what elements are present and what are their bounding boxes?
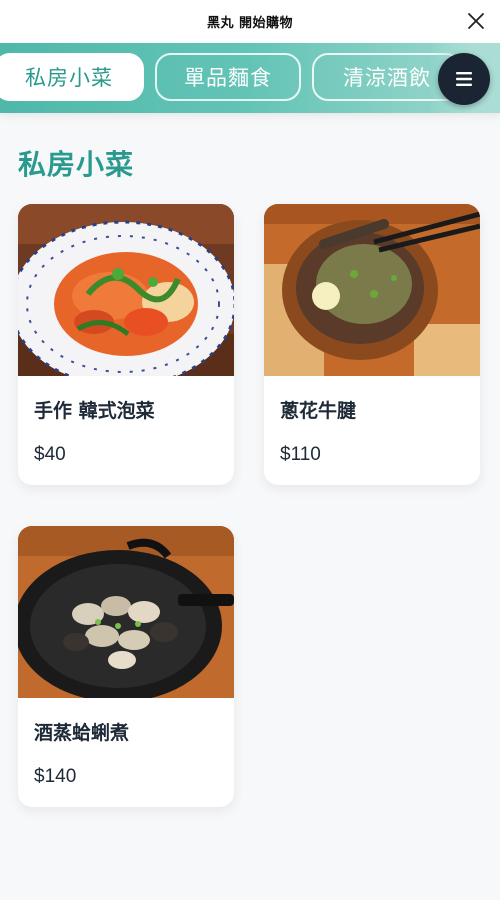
top-bar: 黑丸 開始購物	[0, 0, 500, 43]
product-name: 手作 韓式泡菜	[34, 400, 155, 422]
section-title: 私房小菜	[18, 148, 135, 181]
product-name: 酒蒸蛤蜊煮	[34, 722, 130, 744]
product-card[interactable]: 蔥花牛腱 $110	[264, 204, 480, 485]
tab-noodles[interactable]: 單品麵食	[155, 53, 301, 101]
product-price: $110	[280, 444, 321, 465]
hamburger-menu-icon	[456, 72, 472, 86]
close-button[interactable]	[466, 11, 486, 31]
menu-button[interactable]	[438, 53, 490, 105]
product-card[interactable]: 酒蒸蛤蜊煮 $140	[18, 526, 234, 807]
beef-shank-dish-image	[264, 204, 480, 376]
product-name: 蔥花牛腱	[280, 400, 357, 422]
close-icon	[468, 13, 484, 29]
tab-private-side-dishes[interactable]: 私房小菜	[0, 53, 144, 101]
category-tab-bar: 私房小菜 單品麵食 清涼酒飲	[0, 43, 500, 113]
product-price: $40	[34, 444, 66, 465]
store-title: 黑丸 開始購物	[206, 16, 294, 31]
steamed-clams-dish-image	[18, 526, 234, 698]
product-card[interactable]: 手作 韓式泡菜 $40	[18, 204, 234, 485]
product-price: $140	[34, 766, 77, 787]
kimchi-dish-image	[18, 204, 234, 376]
